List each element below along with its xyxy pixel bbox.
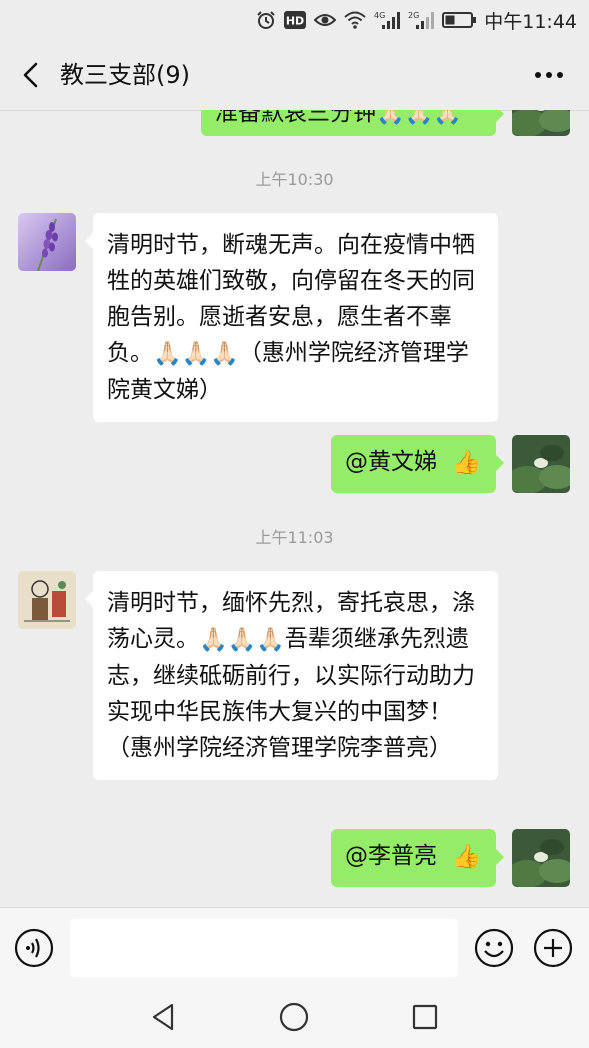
- chat-message-list[interactable]: 准备默哀三分钟🙏🏻🙏🏻🙏🏻 上午10:30 清明时节，断魂无声。向在疫情中牺牲的…: [0, 110, 589, 907]
- status-time: 中午11:44: [484, 10, 577, 33]
- more-functions-button[interactable]: [533, 928, 573, 968]
- timestamp: 上午11:03: [255, 528, 334, 547]
- more-button[interactable]: [531, 58, 567, 92]
- signal-4g-icon: 4G: [374, 10, 401, 30]
- my-avatar[interactable]: [512, 435, 570, 493]
- folded-hands-emoji: 🙏🏻🙏🏻🙏🏻: [199, 626, 285, 653]
- my-avatar[interactable]: [512, 110, 570, 136]
- back-icon: [23, 62, 38, 88]
- status-bar: HD 4G 2G 中午11:44: [0, 0, 589, 40]
- nav-back-button[interactable]: [148, 1001, 180, 1033]
- battery-icon: [442, 12, 477, 28]
- message-text: @李普亮: [345, 843, 437, 869]
- sender-avatar-sketch[interactable]: [18, 571, 76, 629]
- nav-back-icon: [152, 1003, 174, 1031]
- wifi-icon: [344, 11, 366, 29]
- voice-button[interactable]: [14, 928, 54, 968]
- nav-home-button[interactable]: [278, 1001, 310, 1033]
- timestamp: 上午10:30: [255, 170, 334, 189]
- incoming-message-bubble[interactable]: 清明时节，缅怀先烈，寄托哀思，涤荡心灵。🙏🏻🙏🏻🙏🏻吾辈须继承先烈遗志，继续砥砺…: [85, 571, 498, 780]
- message-input[interactable]: [70, 919, 458, 977]
- system-navigation-bar: [0, 987, 589, 1048]
- input-bar: [0, 907, 589, 988]
- chat-title: 教三支部(9): [60, 61, 190, 89]
- thumbs-up-emoji: 👍: [452, 843, 481, 870]
- message-text: 准备默哀三分钟🙏🏻🙏🏻🙏🏻: [215, 110, 462, 126]
- eye-icon: [314, 12, 337, 28]
- alarm-icon: [256, 10, 276, 30]
- emoji-button[interactable]: [474, 928, 514, 968]
- back-button[interactable]: [14, 58, 48, 92]
- plus-icon: [533, 928, 573, 968]
- nav-recent-icon: [412, 1004, 438, 1030]
- more-icon: [535, 72, 563, 78]
- signal-2g-label: 2G: [408, 11, 419, 20]
- outgoing-message-bubble[interactable]: @李普亮 👍: [331, 829, 504, 887]
- outgoing-message-bubble[interactable]: 准备默哀三分钟🙏🏻🙏🏻🙏🏻: [201, 110, 504, 136]
- folded-hands-emoji: 🙏🏻🙏🏻🙏🏻: [153, 340, 239, 367]
- outgoing-message-bubble[interactable]: @黄文娣 👍: [331, 435, 504, 493]
- signal-2g-icon: 2G: [408, 10, 435, 30]
- status-icons: HD 4G 2G 中午11:44: [256, 8, 577, 33]
- emoji-icon: [474, 928, 514, 968]
- sender-avatar-lavender[interactable]: [18, 213, 76, 271]
- incoming-message-bubble[interactable]: 清明时节，断魂无声。向在疫情中牺牲的英雄们致敬，向停留在冬天的同胞告别。愿逝者安…: [85, 213, 498, 422]
- hd-label: HD: [286, 15, 304, 28]
- signal-4g-label: 4G: [374, 11, 385, 20]
- thumbs-up-emoji: 👍: [452, 449, 481, 476]
- nav-home-icon: [279, 1002, 309, 1032]
- nav-recent-button[interactable]: [409, 1001, 441, 1033]
- voice-icon: [14, 928, 54, 968]
- message-text: @黄文娣: [345, 449, 437, 475]
- hd-icon: HD: [284, 11, 307, 29]
- chat-header: 教三支部(9): [0, 40, 589, 111]
- my-avatar[interactable]: [512, 829, 570, 887]
